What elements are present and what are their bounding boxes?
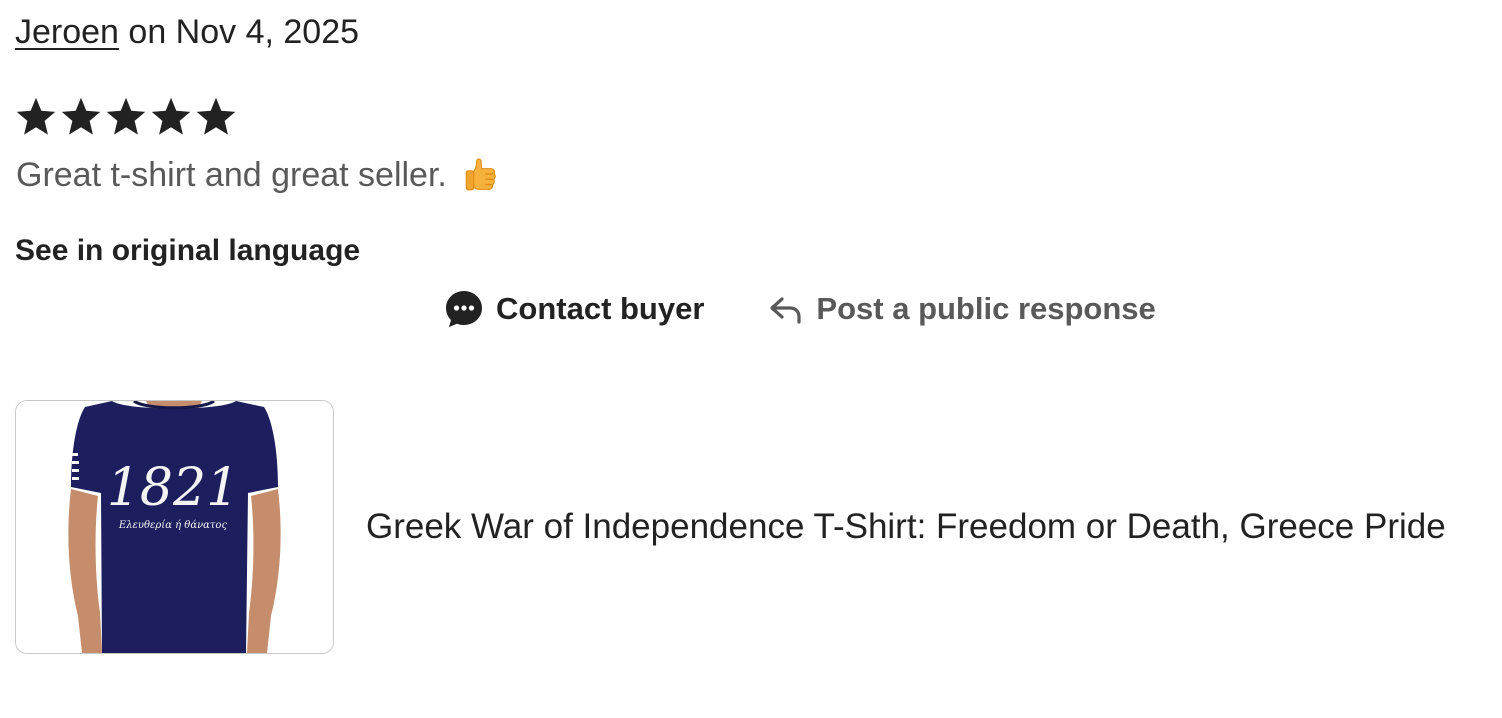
star-icon [61,97,101,135]
post-public-response-label: Post a public response [816,291,1156,326]
reviewer-name-link[interactable]: Jeroen [15,13,119,51]
contact-buyer-label: Contact buyer [496,291,705,326]
star-icon [196,97,236,135]
listing-title-link[interactable]: Greek War of Independence T-Shirt: Freed… [366,503,1456,551]
post-public-response-button[interactable]: Post a public response [768,288,1156,330]
star-icon [16,97,56,135]
shirt-print-motto: Ελευθερία ή θάνατος [118,520,228,531]
chat-bubble-icon [446,291,482,327]
star-rating [14,95,238,139]
contact-buyer-button[interactable]: Contact buyer [444,288,704,330]
review-card: Jeroen on Nov 4, 2025 Great t-shirt and … [0,0,1502,718]
review-meta: Jeroen on Nov 4, 2025 [15,10,359,54]
review-date: on Nov 4, 2025 [118,13,360,51]
listing-thumbnail[interactable]: 1821 Ελευθερία ή θάνατος [15,400,334,654]
listing-preview: 1821 Ελευθερία ή θάνατος Greek War of In… [15,400,1456,654]
shirt-print-year: 1821 [107,458,239,518]
review-body: Great t-shirt and great seller. [16,156,447,194]
review-text: Great t-shirt and great seller. [16,153,497,197]
reply-arrow-icon [770,297,802,324]
star-icon [151,97,191,135]
see-original-language-link[interactable]: See in original language [15,231,360,271]
review-actions: Contact buyer Post a public response [444,288,1156,330]
tshirt-product-image: 1821 Ελευθερία ή θάνατος [16,401,333,653]
thumbs-up-icon [465,158,496,191]
star-icon [106,97,146,135]
